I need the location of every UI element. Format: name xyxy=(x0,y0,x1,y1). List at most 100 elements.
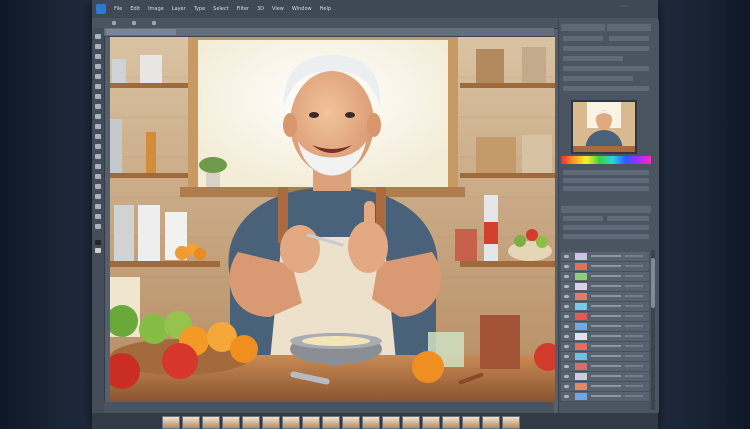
thumbnail[interactable] xyxy=(162,416,180,429)
option-icon[interactable] xyxy=(152,21,156,25)
visibility-eye-icon[interactable] xyxy=(564,325,569,328)
panel-row[interactable] xyxy=(563,186,649,191)
thumbnail[interactable] xyxy=(282,416,300,429)
panel-row[interactable] xyxy=(563,178,649,183)
layer-row[interactable] xyxy=(561,312,649,322)
panel-row[interactable] xyxy=(563,170,649,175)
eraser-tool-icon[interactable] xyxy=(95,134,101,139)
thumbnail[interactable] xyxy=(362,416,380,429)
dodge-tool-icon[interactable] xyxy=(95,164,101,169)
layer-row[interactable] xyxy=(561,252,649,262)
gradient-tool-icon[interactable] xyxy=(95,144,101,149)
layers-scrollbar[interactable] xyxy=(651,250,655,410)
visibility-eye-icon[interactable] xyxy=(564,355,569,358)
thumbnail[interactable] xyxy=(262,416,280,429)
clone-stamp-tool-icon[interactable] xyxy=(95,114,101,119)
menu-window[interactable]: Window xyxy=(288,6,316,12)
panel-row[interactable] xyxy=(607,216,649,221)
lasso-tool-icon[interactable] xyxy=(95,54,101,59)
panel-row[interactable] xyxy=(563,56,623,61)
visibility-eye-icon[interactable] xyxy=(564,255,569,258)
hand-tool-icon[interactable] xyxy=(95,214,101,219)
thumbnail[interactable] xyxy=(382,416,400,429)
menu-file[interactable]: File xyxy=(110,6,126,12)
layer-row[interactable] xyxy=(561,302,649,312)
quick-select-tool-icon[interactable] xyxy=(95,64,101,69)
thumbnail[interactable] xyxy=(242,416,260,429)
panel-row[interactable] xyxy=(563,234,649,239)
thumbnail[interactable] xyxy=(222,416,240,429)
layer-row[interactable] xyxy=(561,392,649,402)
navigator-preview[interactable] xyxy=(571,100,637,154)
scrollbar-thumb[interactable] xyxy=(651,258,655,308)
menu-edit[interactable]: Edit xyxy=(126,6,144,12)
marquee-tool-icon[interactable] xyxy=(95,44,101,49)
background-color-icon[interactable] xyxy=(95,248,101,253)
panel-row[interactable] xyxy=(563,225,649,230)
visibility-eye-icon[interactable] xyxy=(564,305,569,308)
panel-row[interactable] xyxy=(563,76,633,81)
panel-row[interactable] xyxy=(563,216,603,221)
color-spectrum[interactable] xyxy=(561,156,651,164)
layer-row[interactable] xyxy=(561,262,649,272)
workspace-button[interactable] xyxy=(620,5,628,7)
thumbnail[interactable] xyxy=(422,416,440,429)
layer-row[interactable] xyxy=(561,322,649,332)
menu-filter[interactable]: Filter xyxy=(233,6,253,12)
layer-row[interactable] xyxy=(561,272,649,282)
document-tab[interactable] xyxy=(106,29,176,35)
path-select-tool-icon[interactable] xyxy=(95,194,101,199)
thumbnail[interactable] xyxy=(302,416,320,429)
visibility-eye-icon[interactable] xyxy=(564,275,569,278)
thumbnail[interactable] xyxy=(342,416,360,429)
option-icon[interactable] xyxy=(132,21,136,25)
thumbnail[interactable] xyxy=(442,416,460,429)
option-icon[interactable] xyxy=(112,21,116,25)
layer-row[interactable] xyxy=(561,352,649,362)
brush-tool-icon[interactable] xyxy=(95,104,101,109)
foreground-color-icon[interactable] xyxy=(95,240,101,245)
panel-row[interactable] xyxy=(563,86,649,91)
panel-tab[interactable] xyxy=(607,24,651,31)
layer-row[interactable] xyxy=(561,382,649,392)
thumbnail[interactable] xyxy=(182,416,200,429)
visibility-eye-icon[interactable] xyxy=(564,285,569,288)
crop-tool-icon[interactable] xyxy=(95,74,101,79)
menu-help[interactable]: Help xyxy=(316,6,335,12)
move-tool-icon[interactable] xyxy=(95,34,101,39)
eyedropper-tool-icon[interactable] xyxy=(95,84,101,89)
menu-type[interactable]: Type xyxy=(190,6,209,12)
thumbnail[interactable] xyxy=(462,416,480,429)
panel-row[interactable] xyxy=(563,66,649,71)
visibility-eye-icon[interactable] xyxy=(564,345,569,348)
thumbnail[interactable] xyxy=(502,416,520,429)
document-canvas[interactable] xyxy=(110,37,555,402)
visibility-eye-icon[interactable] xyxy=(564,335,569,338)
blur-tool-icon[interactable] xyxy=(95,154,101,159)
panel-row[interactable] xyxy=(563,46,649,51)
pen-tool-icon[interactable] xyxy=(95,174,101,179)
type-tool-icon[interactable] xyxy=(95,184,101,189)
visibility-eye-icon[interactable] xyxy=(564,385,569,388)
visibility-eye-icon[interactable] xyxy=(564,395,569,398)
zoom-tool-icon[interactable] xyxy=(95,224,101,229)
menu-view[interactable]: View xyxy=(268,6,288,12)
history-brush-tool-icon[interactable] xyxy=(95,124,101,129)
menu-image[interactable]: Image xyxy=(144,6,168,12)
visibility-eye-icon[interactable] xyxy=(564,315,569,318)
layer-row[interactable] xyxy=(561,372,649,382)
layer-row[interactable] xyxy=(561,342,649,352)
menu-3d[interactable]: 3D xyxy=(253,6,268,12)
healing-tool-icon[interactable] xyxy=(95,94,101,99)
menu-select[interactable]: Select xyxy=(209,6,232,12)
menu-layer[interactable]: Layer xyxy=(168,6,190,12)
panel-tab[interactable] xyxy=(561,24,605,31)
visibility-eye-icon[interactable] xyxy=(564,365,569,368)
layer-row[interactable] xyxy=(561,292,649,302)
layer-row[interactable] xyxy=(561,282,649,292)
visibility-eye-icon[interactable] xyxy=(564,375,569,378)
panel-tab[interactable] xyxy=(561,206,651,213)
layer-row[interactable] xyxy=(561,362,649,372)
visibility-eye-icon[interactable] xyxy=(564,265,569,268)
thumbnail[interactable] xyxy=(482,416,500,429)
